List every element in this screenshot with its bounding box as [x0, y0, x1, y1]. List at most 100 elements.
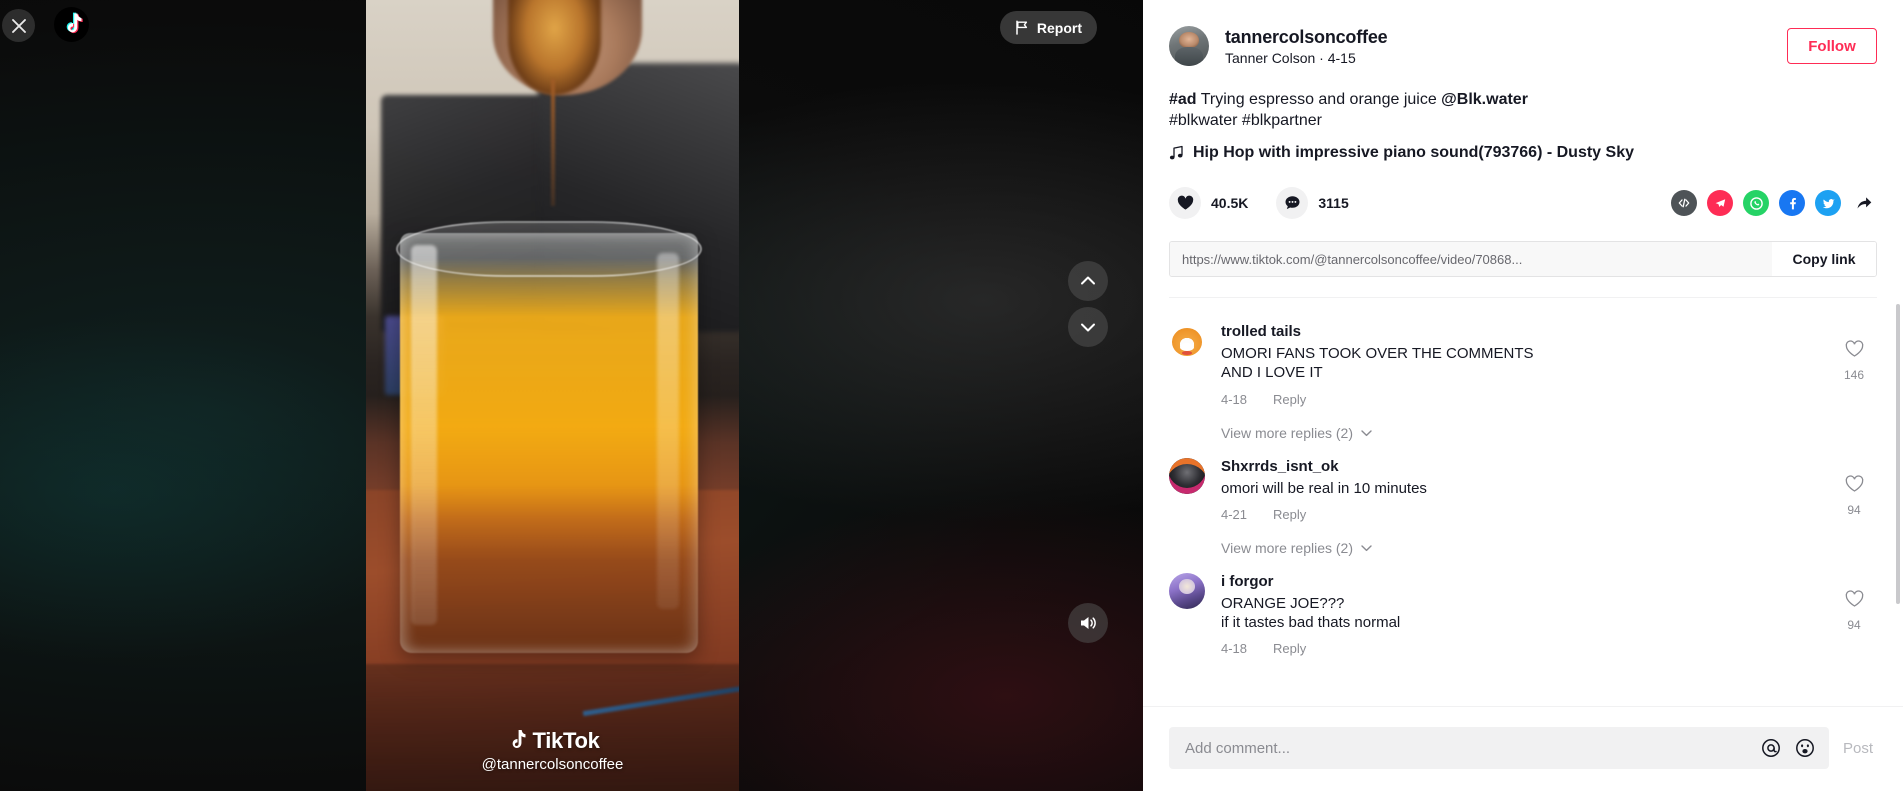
tiktok-home-logo[interactable] [54, 7, 89, 42]
like-icon-wrap [1169, 187, 1201, 220]
comment-reply-button[interactable]: Reply [1273, 392, 1306, 407]
facebook-f-icon [1789, 197, 1796, 210]
facebook-icon[interactable] [1779, 190, 1805, 217]
comment-reply-button[interactable]: Reply [1273, 641, 1306, 656]
post-comment-button[interactable]: Post [1843, 740, 1877, 757]
comment-username[interactable]: Shxrrds_isnt_ok [1221, 458, 1831, 475]
twitter-bird-icon [1822, 198, 1834, 209]
chevron-down-icon [1081, 323, 1095, 332]
comment-body: Shxrrds_isnt_ok omori will be real in 10… [1221, 458, 1831, 522]
chevron-down-icon [1361, 429, 1372, 436]
view-more-replies-button[interactable]: View more replies (2) [1221, 540, 1877, 556]
volume-on-icon [1081, 617, 1096, 629]
heart-filled-icon [1177, 195, 1193, 210]
telegram-plane-icon [1715, 199, 1725, 207]
comment-body: i forgor ORANGE JOE??? if it tastes bad … [1221, 573, 1831, 656]
commenter-avatar-i-forgor[interactable] [1169, 572, 1205, 609]
caption-body: Trying espresso and orange juice [1196, 91, 1442, 108]
comment-body: trolled tails OMORI FANS TOOK OVER THE C… [1221, 323, 1831, 406]
commenter-avatar-shxrrds[interactable] [1169, 457, 1205, 494]
forward-arrow-icon [1857, 197, 1872, 209]
comment-list[interactable]: trolled tails OMORI FANS TOOK OVER THE C… [1143, 298, 1903, 706]
comment-meta: 4-18 Reply [1221, 641, 1831, 656]
post-caption: #ad Trying espresso and orange juice @Bl… [1169, 89, 1541, 131]
comment-date: 4-18 [1221, 641, 1248, 657]
music-row[interactable]: Hip Hop with impressive piano sound(7937… [1169, 144, 1877, 162]
whatsapp-phone-icon [1749, 196, 1763, 210]
caption-hashtag-ad[interactable]: #ad [1169, 91, 1197, 108]
comment-composer: Post [1143, 706, 1903, 791]
smiley-face-icon [1796, 739, 1814, 757]
video-player[interactable]: TikTok @tannercolsoncoffee [366, 0, 739, 791]
engagement-row: 40.5K 3115 [1169, 187, 1877, 220]
comment-like-count: 146 [1843, 368, 1865, 383]
next-video-button[interactable] [1068, 307, 1108, 347]
comment-like[interactable]: 94 [1831, 573, 1877, 656]
video-frame-object-glass-highlight-left [410, 245, 437, 625]
comment-input-wrap[interactable] [1169, 727, 1829, 769]
author-username[interactable]: tannercolsoncoffee [1225, 27, 1388, 48]
post-details: tannercolsoncoffee Tanner Colson · 4-15 … [1143, 0, 1903, 299]
tiktok-video-page: TikTok @tannercolsoncoffee Report tanner… [0, 0, 1903, 791]
comment-text: ORANGE JOE??? if it tastes bad thats nor… [1221, 594, 1401, 631]
chevron-up-icon [1081, 276, 1095, 285]
video-stage: TikTok @tannercolsoncoffee Report [0, 0, 1143, 791]
music-note-icon [1169, 146, 1183, 160]
author-avatar[interactable] [1169, 26, 1209, 66]
heart-outline-icon [1845, 340, 1863, 357]
comment-date: 4-21 [1221, 506, 1248, 522]
telegram-icon[interactable] [1707, 190, 1733, 217]
comment-username[interactable]: trolled tails [1221, 323, 1831, 340]
whatsapp-icon[interactable] [1743, 190, 1769, 217]
comment-button[interactable]: 3115 [1276, 187, 1349, 220]
comment-date: 4-18 [1221, 391, 1248, 407]
comment-like[interactable]: 146 [1831, 323, 1877, 406]
like-button[interactable]: 40.5K [1169, 187, 1249, 220]
commenter-avatar-trolled-tails[interactable] [1169, 323, 1205, 360]
view-more-replies-label: View more replies (2) [1221, 539, 1354, 556]
at-mention-icon[interactable] [1761, 738, 1781, 758]
like-count: 40.5K [1211, 195, 1249, 212]
video-frame-object-glass-rim [395, 221, 702, 277]
info-panel: tannercolsoncoffee Tanner Colson · 4-15 … [1143, 0, 1903, 791]
follow-label: Follow [1808, 37, 1856, 55]
volume-button[interactable] [1068, 603, 1108, 643]
embed-icon[interactable] [1671, 190, 1697, 217]
view-more-replies-button[interactable]: View more replies (2) [1221, 425, 1877, 441]
twitter-icon[interactable] [1815, 190, 1841, 217]
caption-mention[interactable]: @Blk.water [1441, 91, 1528, 108]
video-frame-object-mat [366, 664, 739, 791]
report-button[interactable]: Report [999, 11, 1097, 44]
report-label: Report [1036, 19, 1082, 36]
comment-reply-button[interactable]: Reply [1273, 507, 1306, 522]
caption-hashtags[interactable]: #blkwater #blkpartner [1169, 112, 1322, 129]
heart-outline-icon [1845, 474, 1863, 492]
comments-scrollbar[interactable] [1896, 304, 1900, 605]
chevron-down-icon [1361, 545, 1372, 551]
comment-username[interactable]: i forgor [1221, 573, 1831, 590]
comment-like-count: 94 [1847, 617, 1861, 632]
comment-meta: 4-18 Reply [1221, 392, 1831, 407]
close-icon [11, 18, 26, 33]
copy-link-button[interactable]: Copy link [1772, 242, 1876, 277]
comment-like[interactable]: 94 [1831, 458, 1877, 522]
share-link-url[interactable]: https://www.tiktok.com/@tannercolsoncoff… [1170, 242, 1772, 277]
tiktok-logo-icon [66, 12, 83, 33]
follow-button[interactable]: Follow [1787, 28, 1877, 64]
comment-meta: 4-21 Reply [1221, 507, 1831, 522]
at-symbol-icon [1762, 739, 1780, 757]
comment-like-count: 94 [1847, 502, 1861, 517]
view-more-replies-label: View more replies (2) [1221, 424, 1354, 441]
music-title: Hip Hop with impressive piano sound(7937… [1193, 144, 1634, 162]
emoji-icon[interactable] [1795, 738, 1815, 758]
share-arrow-icon[interactable] [1851, 190, 1877, 216]
previous-video-button[interactable] [1068, 261, 1108, 301]
flag-icon [1016, 20, 1027, 35]
share-icons [1671, 190, 1877, 217]
share-link-row: https://www.tiktok.com/@tannercolsoncoff… [1169, 241, 1877, 278]
comment-item: i forgor ORANGE JOE??? if it tastes bad … [1169, 562, 1877, 660]
video-frame-object-glass-of-juice [399, 233, 698, 653]
author-name-and-date: Tanner Colson · 4-15 [1225, 49, 1356, 66]
close-button[interactable] [2, 9, 35, 42]
comment-input[interactable] [1185, 739, 1747, 757]
